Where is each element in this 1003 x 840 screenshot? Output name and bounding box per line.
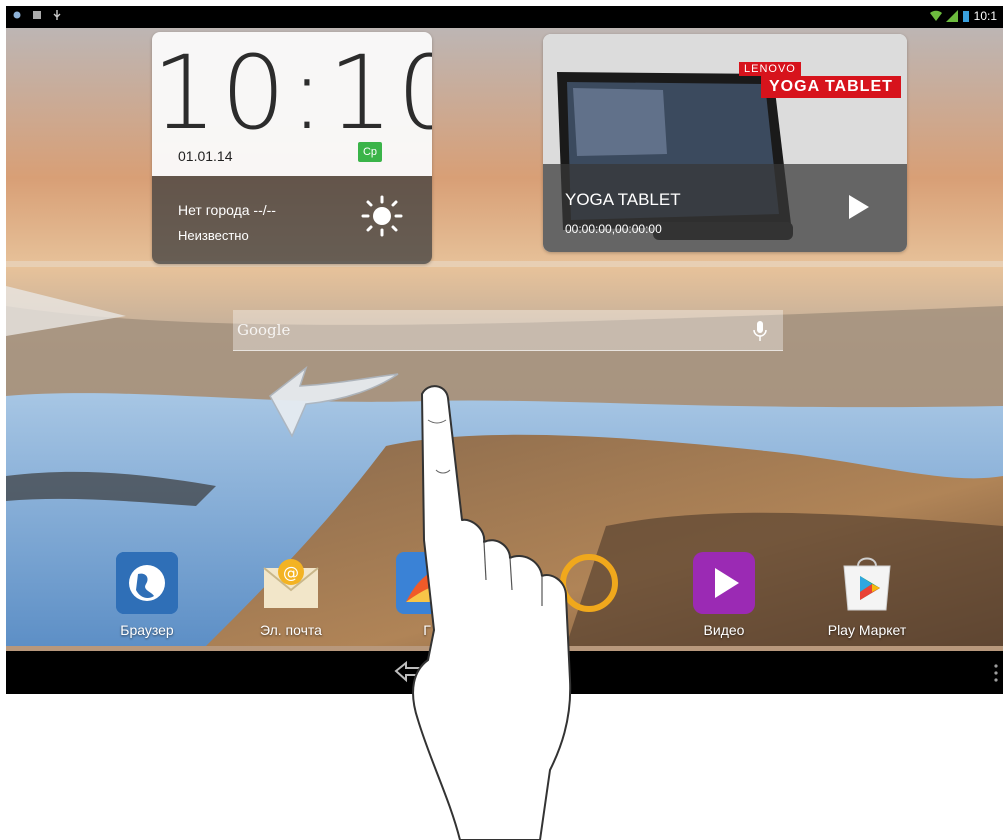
status-time: 10:1 bbox=[973, 9, 997, 23]
clock-panel: 10:10 01.01.14 Ср bbox=[152, 32, 432, 176]
swipe-left-arrow-icon bbox=[269, 365, 399, 438]
wifi-icon bbox=[929, 10, 942, 21]
dock-app-browser[interactable]: Браузер bbox=[92, 552, 202, 638]
svg-text:@: @ bbox=[283, 563, 299, 582]
weather-state: Неизвестно bbox=[178, 228, 249, 243]
media-widget[interactable]: LENOVO YOGA TABLET YOGA TABLET 00:00:00,… bbox=[543, 34, 907, 252]
dock-app-video[interactable]: Видео bbox=[669, 552, 779, 638]
google-search-bar[interactable]: Google bbox=[233, 310, 783, 351]
dock-label-browser: Браузер bbox=[120, 622, 174, 638]
dock-label-play-store: Play Маркет bbox=[827, 622, 907, 638]
clock-date: 01.01.14 bbox=[178, 148, 233, 164]
brand-label-small: LENOVO bbox=[739, 62, 801, 76]
media-info-bar: YOGA TABLET 00:00:00,00:00:00 bbox=[543, 164, 907, 252]
clock-weather-widget[interactable]: 10:10 01.01.14 Ср Нет города --/-- Неизв… bbox=[152, 32, 432, 264]
system-icons: 10:1 bbox=[929, 9, 997, 23]
dock-label-email: Эл. почта bbox=[260, 622, 322, 638]
email-envelope-icon: @ bbox=[260, 552, 322, 614]
battery-icon bbox=[962, 11, 969, 22]
screenshot-icon bbox=[33, 11, 41, 19]
dock-app-email[interactable]: @ Эл. почта bbox=[236, 552, 346, 638]
status-bar: 10:1 bbox=[6, 6, 1003, 28]
overflow-menu-icon[interactable] bbox=[993, 663, 999, 683]
dock-app-play-store[interactable]: Play Маркет bbox=[812, 552, 922, 638]
dock-label-video: Видео bbox=[703, 622, 745, 638]
brand-label-large: YOGA TABLET bbox=[761, 76, 901, 98]
play-store-icon bbox=[836, 552, 898, 614]
usb-icon bbox=[53, 10, 61, 20]
mic-icon[interactable] bbox=[753, 320, 767, 342]
media-title: YOGA TABLET bbox=[565, 190, 681, 209]
notification-icons bbox=[12, 10, 62, 20]
weather-city: Нет города --/-- bbox=[178, 202, 276, 218]
signal-icon bbox=[945, 10, 958, 22]
weekday-badge: Ср bbox=[358, 142, 382, 162]
play-icon[interactable] bbox=[847, 194, 871, 220]
search-placeholder: Google bbox=[237, 321, 291, 339]
browser-globe-icon bbox=[116, 552, 178, 614]
weather-panel: Нет города --/-- Неизвестно bbox=[152, 176, 432, 264]
sun-icon bbox=[361, 195, 403, 237]
video-play-icon bbox=[693, 552, 755, 614]
notification-icon bbox=[13, 11, 21, 19]
clock-time: 10:10 bbox=[152, 34, 432, 153]
media-time: 00:00:00,00:00:00 bbox=[565, 222, 662, 236]
hand-pointer-illustration bbox=[412, 385, 572, 840]
